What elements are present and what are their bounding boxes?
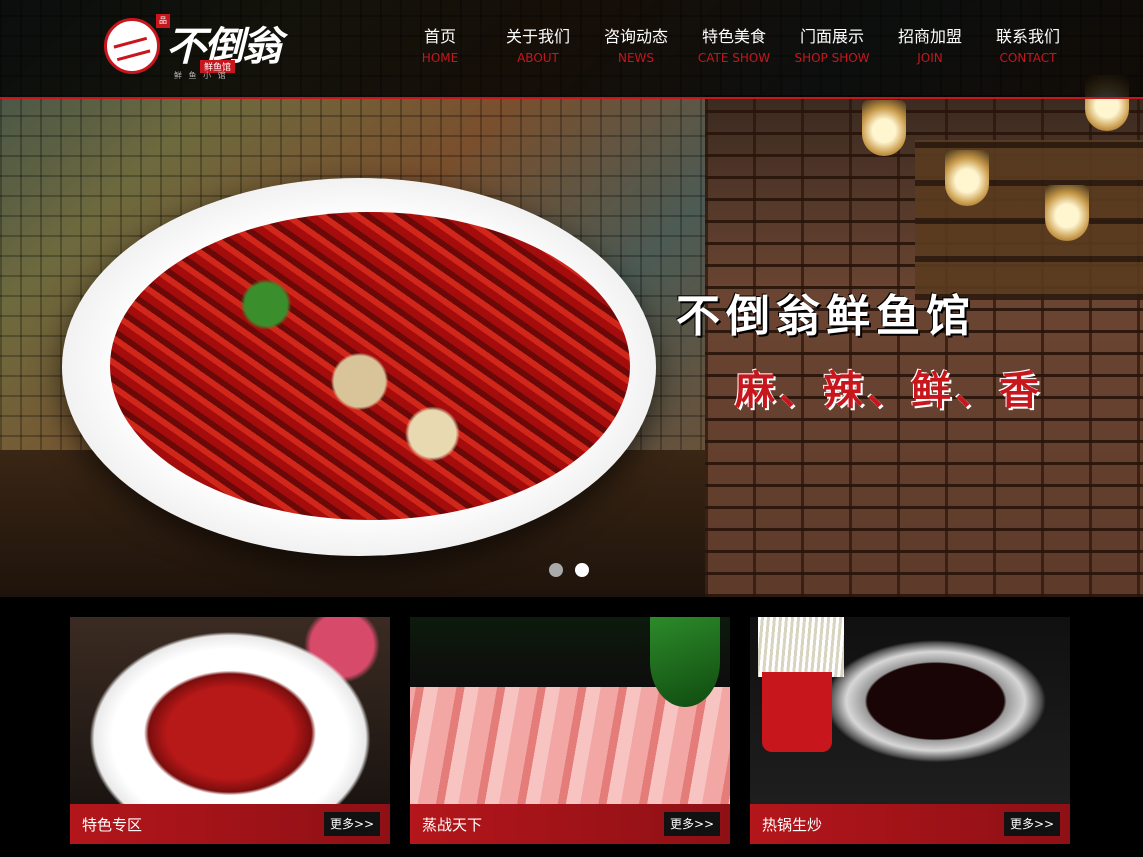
slider-dot-2[interactable] [575, 563, 589, 577]
red-cup [762, 672, 832, 752]
nav-item-news[interactable]: 咨询动态 NEWS [587, 26, 685, 68]
category-card[interactable]: 热锅生炒 更多>> [750, 617, 1070, 844]
hanging-lamp [862, 100, 906, 156]
card-bar: 热锅生炒 更多>> [750, 804, 1070, 844]
more-button[interactable]: 更多>> [324, 812, 380, 836]
hanging-lamp [945, 150, 989, 206]
nav-item-shop-show[interactable]: 门面展示 SHOP SHOW [783, 26, 881, 68]
nav-label-cn: 特色美食 [701, 27, 766, 46]
nav-item-join[interactable]: 招商加盟 JOIN [881, 26, 979, 68]
logo-footer-text: 鲜 鱼 小 馆 [174, 71, 228, 80]
card-title: 蒸战天下 [422, 816, 483, 834]
nav-label-en: NEWS [617, 51, 655, 65]
more-button[interactable]: 更多>> [664, 812, 720, 836]
nav-label-en: CATE SHOW [697, 51, 771, 65]
nav-label-en: ABOUT [517, 51, 559, 65]
nav-label-cn: 门面展示 [799, 27, 864, 46]
sliced-meat-image[interactable] [410, 617, 730, 804]
hanging-lamp [1045, 185, 1089, 241]
category-card[interactable]: 特色专区 更多>> [70, 617, 390, 844]
hotpot-image[interactable] [750, 617, 1070, 804]
nav-item-about[interactable]: 关于我们 ABOUT [489, 26, 587, 68]
hero-subtitle: 麻、辣、鲜、香 [735, 367, 1043, 414]
logo[interactable]: 品 不倒翁 鲜鱼馆 鲜 鱼 小 馆 [104, 14, 282, 80]
nav-label-en: JOIN [917, 51, 943, 65]
leaf-garnish [650, 617, 720, 707]
main-nav: 首页 HOME 关于我们 ABOUT 咨询动态 NEWS 特色美食 CATE S… [391, 26, 1077, 68]
hero-title: 不倒翁鲜鱼馆 [676, 291, 976, 342]
nav-item-cate-show[interactable]: 特色美食 CATE SHOW [685, 26, 783, 68]
card-title: 特色专区 [82, 816, 143, 834]
nav-label-cn: 首页 [423, 27, 456, 46]
steamed-fish-image[interactable] [70, 617, 390, 804]
nav-label-en: HOME [421, 51, 459, 65]
card-title: 热锅生炒 [762, 816, 823, 834]
more-button[interactable]: 更多>> [1004, 812, 1060, 836]
nav-item-contact[interactable]: 联系我们 CONTACT [979, 26, 1077, 68]
spicy-fish [110, 212, 630, 520]
nav-label-cn: 联系我们 [995, 27, 1060, 46]
card-bar: 特色专区 更多>> [70, 804, 390, 844]
category-card[interactable]: 蒸战天下 更多>> [410, 617, 730, 844]
nav-label-cn: 招商加盟 [897, 27, 962, 46]
nav-item-home[interactable]: 首页 HOME [391, 26, 489, 68]
card-bar: 蒸战天下 更多>> [410, 804, 730, 844]
category-cards: 特色专区 更多>> 蒸战天下 更多>> 热锅生炒 更多>> [70, 617, 1070, 844]
slider-dot-1[interactable] [549, 563, 563, 577]
slider-dots [549, 563, 589, 577]
nav-label-cn: 关于我们 [505, 27, 570, 46]
nav-label-en: SHOP SHOW [794, 51, 870, 65]
fish-logo-icon [104, 18, 160, 74]
site-header: 品 不倒翁 鲜鱼馆 鲜 鱼 小 馆 首页 HOME 关于我们 ABOUT 咨询动… [0, 0, 1143, 99]
enoki-mushrooms [758, 617, 844, 677]
nav-label-en: CONTACT [999, 51, 1057, 65]
nav-label-cn: 咨询动态 [603, 27, 668, 46]
